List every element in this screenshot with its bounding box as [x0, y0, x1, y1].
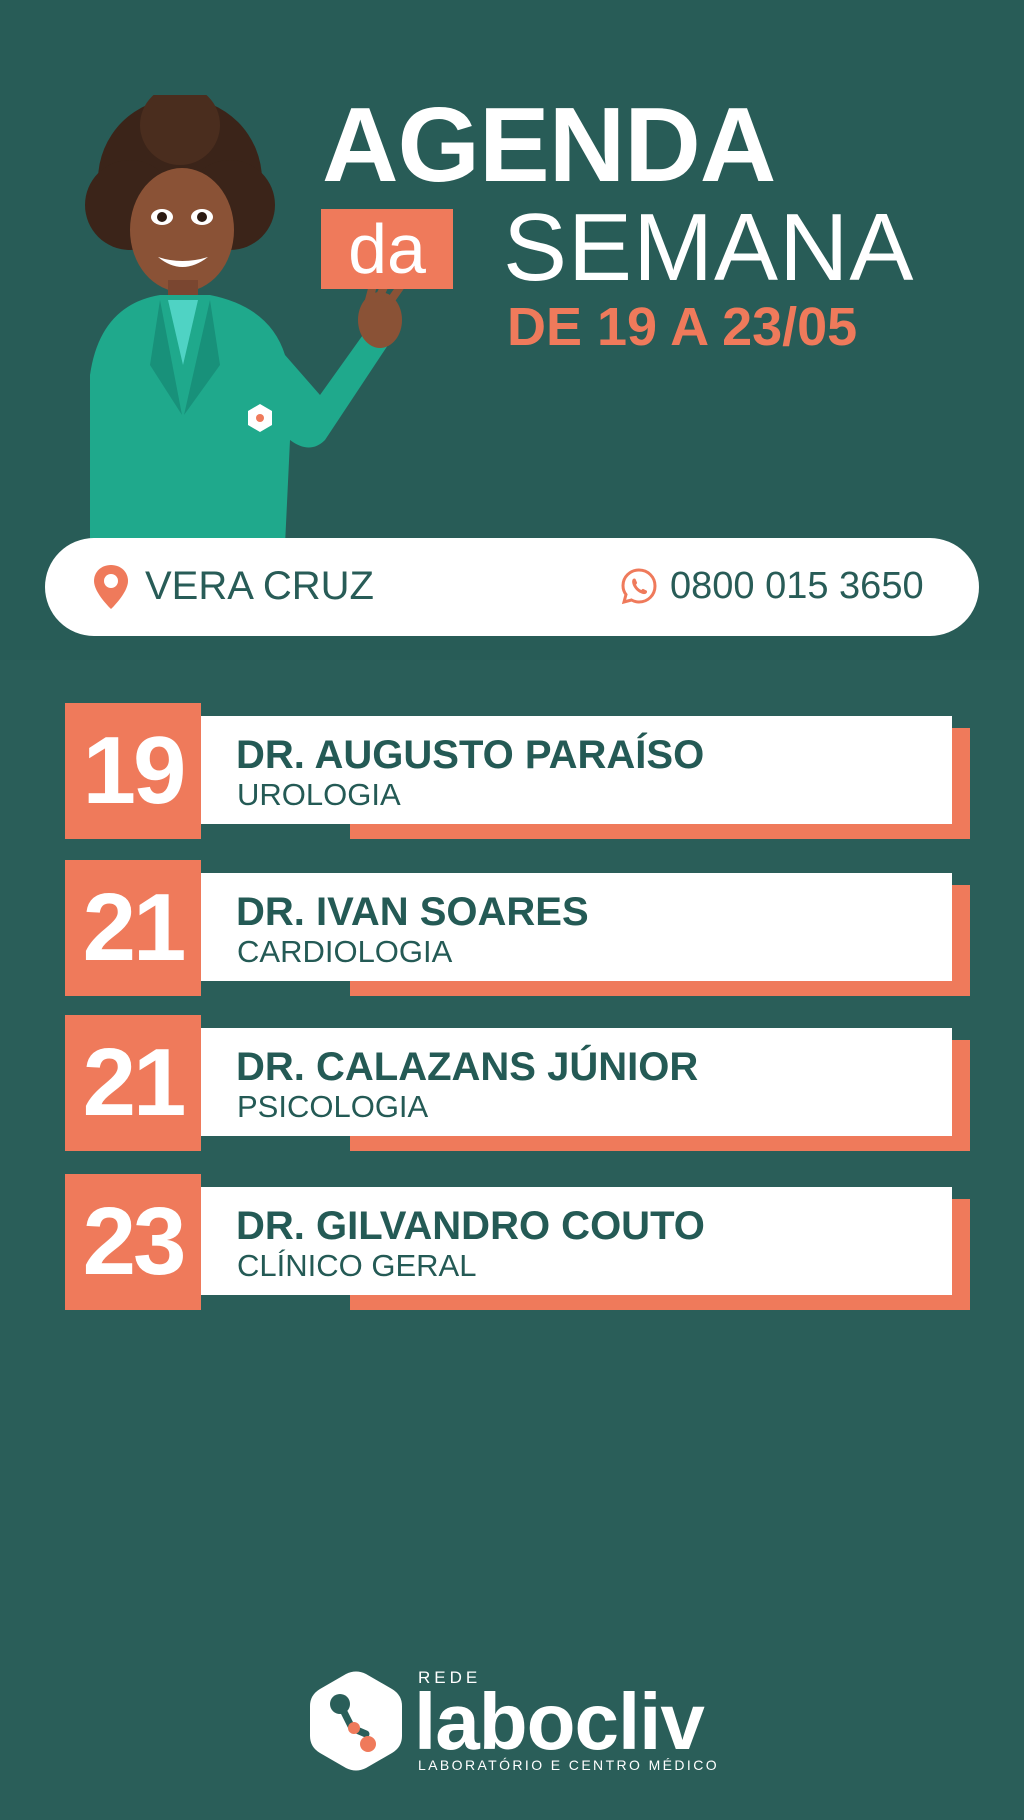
row-day: 21 [65, 1015, 201, 1151]
row-doctor-name: DR. GILVANDRO COUTO [236, 1204, 705, 1248]
row-specialty: CLÍNICO GERAL [237, 1248, 477, 1283]
date-range: DE 19 A 23/05 [507, 297, 858, 357]
title-da-badge: da [321, 209, 453, 289]
title-semana: SEMANA [503, 194, 915, 301]
schedule-row: 19 DR. AUGUSTO PARAÍSO UROLOGIA [65, 703, 970, 839]
row-day: 19 [65, 703, 201, 839]
row-doctor-name: DR. IVAN SOARES [236, 890, 589, 934]
title-agenda: AGENDA [322, 86, 776, 204]
location-text: VERA CRUZ [145, 564, 374, 608]
row-day: 23 [65, 1174, 201, 1310]
phone-number[interactable]: 0800 015 3650 [670, 562, 924, 610]
schedule-row: 21 DR. IVAN SOARES CARDIOLOGIA [65, 860, 970, 996]
row-specialty: PSICOLOGIA [237, 1089, 429, 1124]
map-pin-icon [94, 565, 128, 609]
logo-name: labocliv [414, 1677, 705, 1766]
row-specialty: UROLOGIA [237, 777, 401, 812]
schedule-row: 23 DR. GILVANDRO COUTO CLÍNICO GERAL [65, 1174, 970, 1310]
schedule-row: 21 DR. CALAZANS JÚNIOR PSICOLOGIA [65, 1015, 970, 1151]
row-specialty: CARDIOLOGIA [237, 934, 453, 969]
labocliv-logo-icon [310, 1671, 402, 1771]
whatsapp-icon [621, 568, 657, 605]
row-doctor-name: DR. CALAZANS JÚNIOR [236, 1045, 699, 1089]
logo-tagline: LABORATÓRIO E CENTRO MÉDICO [418, 1757, 720, 1773]
row-day: 21 [65, 860, 201, 996]
row-doctor-name: DR. AUGUSTO PARAÍSO [236, 733, 705, 777]
